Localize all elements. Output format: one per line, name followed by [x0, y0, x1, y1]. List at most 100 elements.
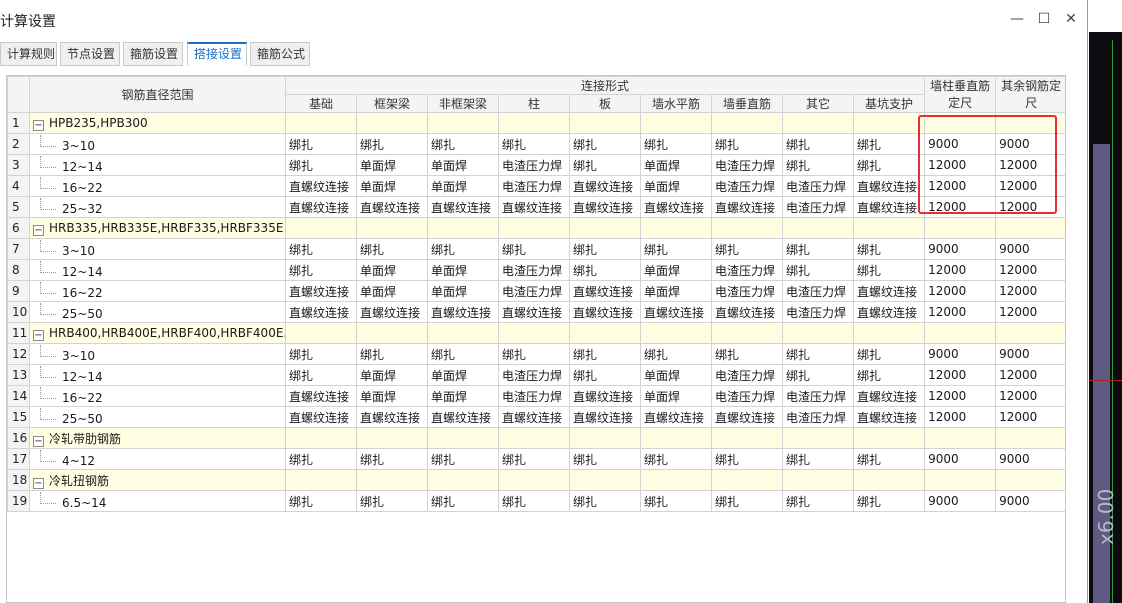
group-empty-cell[interactable] — [427, 427, 499, 449]
connection-cell[interactable]: 直螺纹连接 — [711, 196, 783, 218]
group-empty-cell[interactable] — [356, 469, 428, 491]
group-empty-cell[interactable] — [356, 427, 428, 449]
connection-cell[interactable]: 单面焊 — [640, 280, 712, 302]
connection-cell[interactable]: 直螺纹连接 — [640, 301, 712, 323]
connection-cell[interactable]: 绑扎 — [569, 133, 641, 155]
group-empty-cell[interactable] — [285, 469, 357, 491]
length-cell[interactable]: 9000 — [924, 448, 997, 470]
length-cell[interactable]: 9000 — [995, 343, 1065, 365]
length-cell[interactable]: 12000 — [995, 364, 1065, 386]
connection-cell[interactable]: 电渣压力焊 — [711, 364, 783, 386]
connection-cell[interactable]: 直螺纹连接 — [498, 301, 570, 323]
connection-cell[interactable]: 绑扎 — [569, 364, 641, 386]
length-cell[interactable]: 9000 — [995, 490, 1065, 512]
group-empty-cell[interactable] — [782, 217, 854, 239]
connection-cell[interactable]: 绑扎 — [782, 364, 854, 386]
connection-cell[interactable]: 单面焊 — [640, 154, 712, 176]
connection-cell[interactable]: 电渣压力焊 — [711, 175, 783, 197]
connection-cell[interactable]: 绑扎 — [569, 343, 641, 365]
group-empty-cell[interactable] — [995, 469, 1065, 491]
group-empty-cell[interactable] — [711, 217, 783, 239]
connection-cell[interactable]: 直螺纹连接 — [852, 301, 926, 323]
connection-cell[interactable]: 直螺纹连接 — [852, 385, 926, 407]
connection-cell[interactable]: 电渣压力焊 — [782, 196, 854, 218]
connection-cell[interactable]: 直螺纹连接 — [852, 196, 926, 218]
collapse-toggle-icon[interactable]: − — [33, 435, 44, 447]
connection-cell[interactable]: 绑扎 — [852, 364, 926, 386]
connection-cell[interactable]: 直螺纹连接 — [569, 175, 641, 197]
group-empty-cell[interactable] — [995, 427, 1065, 449]
group-empty-cell[interactable] — [995, 217, 1065, 239]
connection-cell[interactable]: 直螺纹连接 — [285, 175, 357, 197]
tab-calc-rules[interactable]: 计算规则 — [0, 42, 57, 66]
group-empty-cell[interactable] — [498, 322, 570, 344]
connection-cell[interactable]: 绑扎 — [569, 238, 641, 260]
connection-cell[interactable]: 直螺纹连接 — [569, 406, 641, 428]
connection-cell[interactable]: 绑扎 — [640, 343, 712, 365]
group-empty-cell[interactable] — [640, 112, 712, 134]
connection-cell[interactable]: 直螺纹连接 — [356, 406, 428, 428]
length-cell[interactable]: 12000 — [924, 406, 997, 428]
tab-node-settings[interactable]: 节点设置 — [60, 42, 120, 66]
tab-stirrup-settings[interactable]: 箍筋设置 — [123, 42, 183, 66]
connection-cell[interactable]: 绑扎 — [285, 343, 357, 365]
group-empty-cell[interactable] — [782, 322, 854, 344]
connection-cell[interactable]: 单面焊 — [640, 364, 712, 386]
connection-cell[interactable]: 单面焊 — [356, 259, 428, 281]
group-empty-cell[interactable] — [427, 112, 499, 134]
group-label-cell[interactable]: − HRB400,HRB400E,HRBF400,HRBF400E... — [29, 322, 286, 344]
connection-cell[interactable]: 直螺纹连接 — [285, 196, 357, 218]
length-cell[interactable]: 12000 — [995, 301, 1065, 323]
group-empty-cell[interactable] — [498, 112, 570, 134]
connection-cell[interactable]: 直螺纹连接 — [640, 196, 712, 218]
connection-cell[interactable]: 直螺纹连接 — [852, 280, 926, 302]
connection-cell[interactable]: 绑扎 — [285, 154, 357, 176]
minimize-icon[interactable]: — — [1005, 8, 1029, 30]
length-cell[interactable]: 12000 — [924, 280, 997, 302]
connection-cell[interactable]: 绑扎 — [285, 448, 357, 470]
group-empty-cell[interactable] — [852, 322, 926, 344]
connection-cell[interactable]: 电渣压力焊 — [782, 406, 854, 428]
group-label-cell[interactable]: − HPB235,HPB300 — [29, 112, 286, 134]
group-empty-cell[interactable] — [569, 322, 641, 344]
connection-cell[interactable]: 绑扎 — [852, 133, 926, 155]
connection-cell[interactable]: 直螺纹连接 — [427, 196, 499, 218]
connection-cell[interactable]: 单面焊 — [640, 385, 712, 407]
group-empty-cell[interactable] — [569, 217, 641, 239]
connection-cell[interactable]: 电渣压力焊 — [498, 259, 570, 281]
connection-cell[interactable]: 绑扎 — [782, 448, 854, 470]
connection-cell[interactable]: 绑扎 — [498, 133, 570, 155]
collapse-toggle-icon[interactable]: − — [33, 477, 44, 489]
connection-cell[interactable]: 绑扎 — [852, 154, 926, 176]
group-empty-cell[interactable] — [498, 427, 570, 449]
tab-lap-settings[interactable]: 搭接设置 — [187, 42, 247, 66]
group-empty-cell[interactable] — [782, 427, 854, 449]
connection-cell[interactable]: 电渣压力焊 — [498, 385, 570, 407]
connection-cell[interactable]: 绑扎 — [356, 238, 428, 260]
close-icon[interactable]: ✕ — [1059, 8, 1083, 30]
connection-cell[interactable]: 直螺纹连接 — [427, 406, 499, 428]
connection-cell[interactable]: 绑扎 — [427, 343, 499, 365]
connection-cell[interactable]: 直螺纹连接 — [852, 175, 926, 197]
connection-cell[interactable]: 绑扎 — [711, 133, 783, 155]
length-cell[interactable]: 9000 — [995, 448, 1065, 470]
group-empty-cell[interactable] — [356, 322, 428, 344]
group-empty-cell[interactable] — [852, 427, 926, 449]
connection-cell[interactable]: 绑扎 — [356, 448, 428, 470]
length-cell[interactable]: 12000 — [995, 406, 1065, 428]
connection-cell[interactable]: 绑扎 — [640, 238, 712, 260]
group-empty-cell[interactable] — [711, 322, 783, 344]
connection-cell[interactable]: 直螺纹连接 — [356, 301, 428, 323]
connection-cell[interactable]: 绑扎 — [498, 238, 570, 260]
length-cell[interactable]: 12000 — [924, 385, 997, 407]
connection-cell[interactable]: 绑扎 — [782, 259, 854, 281]
connection-cell[interactable]: 绑扎 — [852, 448, 926, 470]
group-empty-cell[interactable] — [285, 217, 357, 239]
connection-cell[interactable]: 绑扎 — [356, 490, 428, 512]
connection-cell[interactable]: 绑扎 — [498, 448, 570, 470]
group-empty-cell[interactable] — [711, 112, 783, 134]
length-cell[interactable]: 12000 — [995, 259, 1065, 281]
connection-cell[interactable]: 直螺纹连接 — [427, 301, 499, 323]
group-label-cell[interactable]: − 冷轧带肋钢筋 — [29, 427, 286, 449]
connection-cell[interactable]: 绑扎 — [569, 490, 641, 512]
